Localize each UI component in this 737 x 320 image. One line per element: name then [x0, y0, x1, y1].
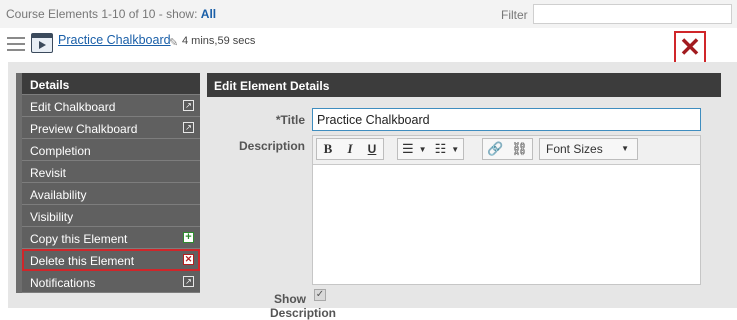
description-label: Description — [238, 139, 305, 153]
close-icon: ✕ — [679, 31, 701, 62]
drag-handle-icon[interactable] — [7, 37, 25, 51]
sidebar-item-availability[interactable]: Availability — [22, 183, 200, 205]
close-button[interactable]: ✕ — [674, 31, 706, 64]
text-style-group: B I U — [316, 138, 384, 160]
sidebar-item-label: Preview Chalkboard — [30, 122, 138, 136]
sidebar-item-preview-chalkboard[interactable]: Preview Chalkboard ↗ — [22, 117, 200, 139]
sidebar-item-notifications[interactable]: Notifications ↗ — [22, 271, 200, 293]
underline-button[interactable]: U — [361, 139, 383, 159]
list-toolbar: Course Elements 1-10 of 10 - show: All F… — [0, 0, 737, 29]
sidebar-item-delete-element[interactable]: Delete this Element ✕ — [22, 249, 200, 271]
numbered-list-icon: ☷ — [434, 141, 447, 156]
filter-input[interactable] — [533, 4, 732, 24]
show-all-link[interactable]: All — [201, 7, 216, 21]
editor-toolbar: B I U ☰ ▼ ☷ ▼ 🔗 ⛓ Font Sizes ▼ — [313, 136, 700, 165]
sidebar-item-label: Copy this Element — [30, 232, 128, 246]
external-link-icon: ↗ — [183, 100, 194, 111]
filter-label: Filter — [501, 8, 528, 22]
video-element-icon — [31, 33, 53, 53]
sidebar-item-revisit[interactable]: Revisit — [22, 161, 200, 183]
sidebar-item-label: Visibility — [30, 210, 74, 224]
external-link-icon: ↗ — [183, 276, 194, 287]
delete-icon: ✕ — [183, 254, 194, 265]
edit-element-details-form: Edit Element Details *Title Description … — [207, 73, 721, 320]
summary-text: Course Elements 1-10 of 10 - show: — [6, 7, 198, 21]
sidebar-item-completion[interactable]: Completion — [22, 139, 200, 161]
bullet-list-icon: ☰ — [402, 141, 414, 156]
sidebar-item-label: Revisit — [30, 166, 67, 180]
remove-link-button[interactable]: ⛓ — [507, 139, 532, 159]
description-editor: B I U ☰ ▼ ☷ ▼ 🔗 ⛓ Font Sizes ▼ — [312, 135, 701, 285]
sidebar-item-label: Delete this Element — [30, 254, 135, 268]
sidebar-item-label: Edit Chalkboard — [30, 100, 116, 114]
bullet-list-button[interactable]: ☰ ▼ — [398, 139, 431, 159]
show-description-checkbox[interactable]: ✓ — [314, 289, 326, 301]
list-group: ☰ ▼ ☷ ▼ — [397, 138, 465, 160]
sidebar-item-visibility[interactable]: Visibility — [22, 205, 200, 227]
element-row: Practice Chalkboard ✎ 4 mins,59 secs ✕ ⚙… — [0, 28, 737, 85]
chevron-down-icon: ▼ — [451, 144, 460, 154]
sidebar-item-copy-element[interactable]: Copy this Element + — [22, 227, 200, 249]
element-title-link[interactable]: Practice Chalkboard — [58, 33, 171, 47]
sidebar-item-label: Availability — [30, 188, 87, 202]
sidebar-item-label: Completion — [30, 144, 91, 158]
sidebar-item-label: Notifications — [30, 276, 96, 290]
settings-sidebar: Details Edit Chalkboard ↗ Preview Chalkb… — [16, 73, 200, 293]
title-label: *Title — [275, 113, 305, 127]
font-sizes-dropdown[interactable]: Font Sizes ▼ — [539, 138, 638, 160]
insert-link-button[interactable]: 🔗 — [483, 139, 507, 159]
sidebar-item-details[interactable]: Details — [22, 73, 200, 95]
sidebar-item-edit-chalkboard[interactable]: Edit Chalkboard ↗ — [22, 95, 200, 117]
bold-button[interactable]: B — [317, 139, 339, 159]
numbered-list-button[interactable]: ☷ ▼ — [431, 139, 464, 159]
font-sizes-label: Font Sizes — [546, 142, 603, 156]
element-duration: 4 mins,59 secs — [182, 35, 256, 47]
title-field[interactable] — [312, 108, 701, 131]
italic-button[interactable]: I — [339, 139, 361, 159]
chevron-down-icon: ▼ — [621, 144, 629, 153]
pencil-icon[interactable]: ✎ — [169, 36, 178, 49]
add-icon: + — [183, 232, 194, 243]
link-icon: 🔗 — [487, 141, 504, 156]
external-link-icon: ↗ — [183, 122, 194, 133]
chevron-down-icon: ▼ — [418, 144, 427, 154]
show-description-label: Show Description — [270, 292, 337, 320]
unlink-icon: ⛓ — [511, 141, 528, 156]
element-count-summary: Course Elements 1-10 of 10 - show: All — [6, 7, 216, 21]
link-group: 🔗 ⛓ — [482, 138, 533, 160]
description-text-area[interactable] — [313, 165, 700, 285]
form-header: Edit Element Details — [207, 73, 721, 97]
